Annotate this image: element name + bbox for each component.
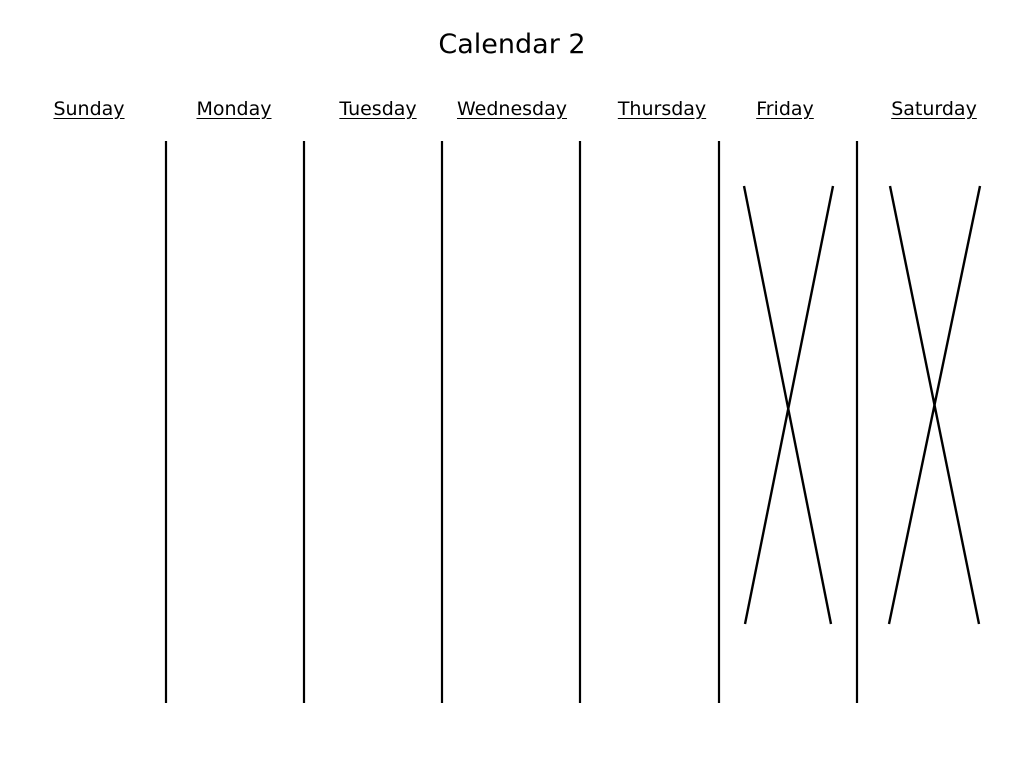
cross-out-friday — [742, 185, 835, 625]
day-header-wednesday: Wednesday — [456, 98, 568, 120]
calendar-page: Calendar 2 Sunday Monday Tuesday Wednesd… — [0, 0, 1024, 768]
cross-out-friday-stroke-a — [742, 185, 833, 625]
cross-out-saturday-stroke-b — [887, 185, 982, 625]
day-header-monday: Monday — [196, 98, 272, 120]
cross-out-saturday-stroke-a — [888, 185, 981, 625]
day-header-tuesday: Tuesday — [339, 98, 417, 120]
day-header-saturday: Saturday — [891, 98, 977, 120]
day-header-row: Sunday Monday Tuesday Wednesday Thursday… — [0, 94, 1024, 126]
cross-out-saturday — [887, 185, 982, 625]
cross-out-friday-stroke-b — [743, 185, 835, 625]
day-header-thursday: Thursday — [617, 98, 707, 120]
day-header-friday: Friday — [756, 98, 814, 120]
page-title: Calendar 2 — [438, 29, 586, 60]
day-header-sunday: Sunday — [53, 98, 125, 120]
